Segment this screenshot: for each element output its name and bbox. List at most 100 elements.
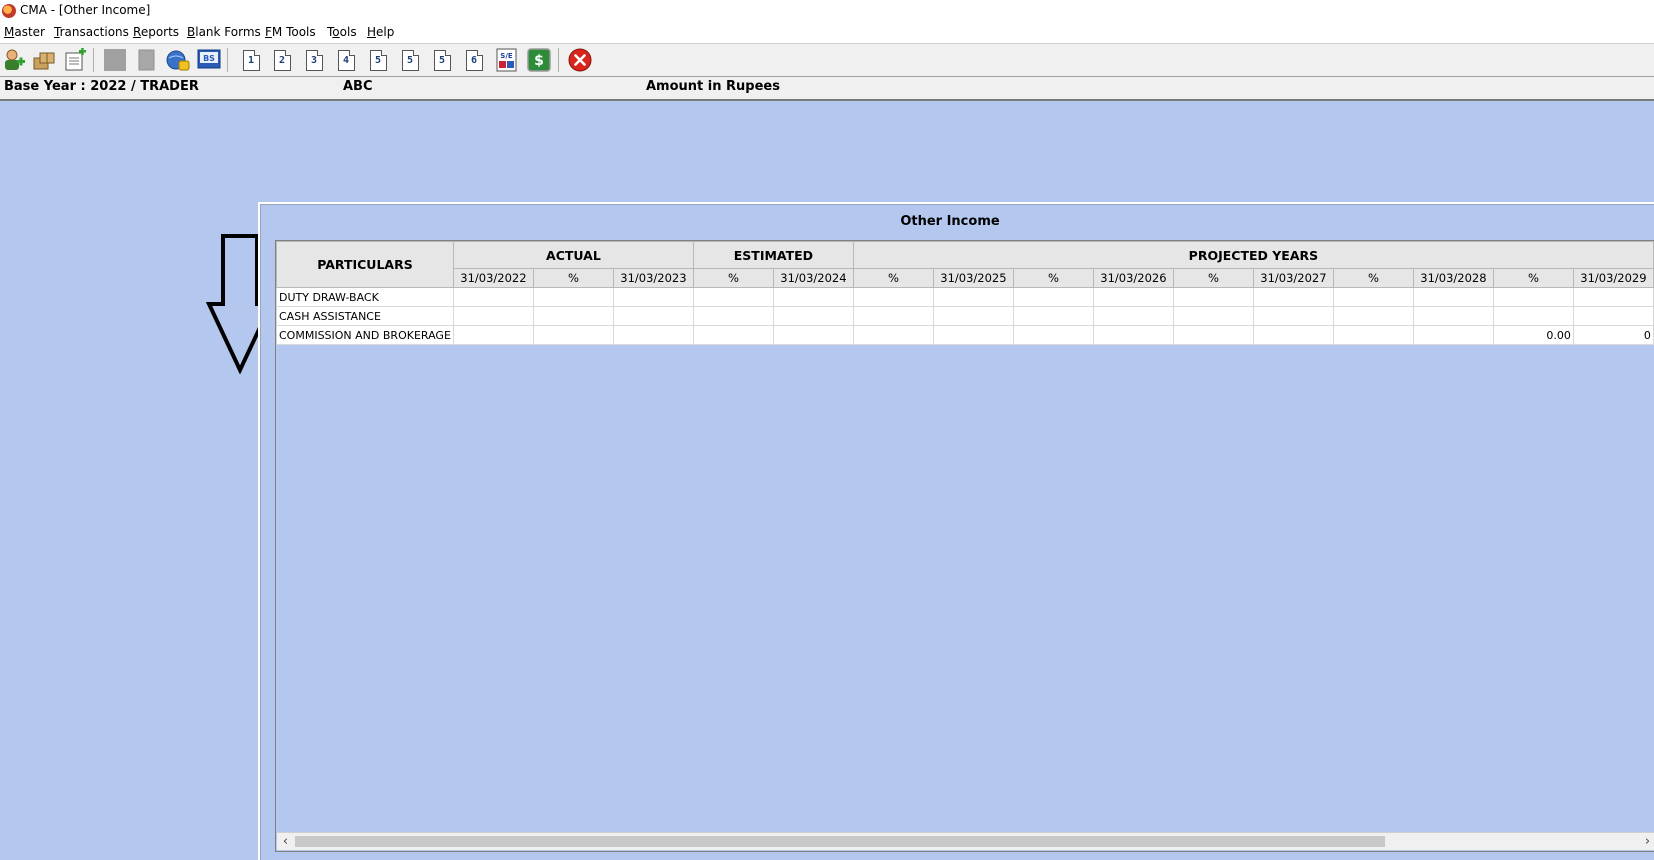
column-header: 31/03/2029 <box>1572 268 1654 288</box>
data-cell[interactable] <box>452 325 534 345</box>
scrollbar-thumb[interactable] <box>295 836 1385 847</box>
actual-header: ACTUAL <box>452 241 694 269</box>
menu-master[interactable]: Master <box>4 25 45 39</box>
menu-tools[interactable]: Tools <box>327 25 357 39</box>
data-cell[interactable] <box>452 287 534 307</box>
company-name: ABC <box>343 79 373 94</box>
column-header: 31/03/2028 <box>1412 268 1494 288</box>
data-cell[interactable] <box>932 306 1014 326</box>
data-cell[interactable]: 0.00 <box>1492 325 1574 345</box>
row-label: CASH ASSISTANCE <box>276 306 454 326</box>
database-button[interactable] <box>166 48 190 72</box>
menu-blank-forms[interactable]: Blank Forms <box>187 25 261 39</box>
balance-sheet-button[interactable]: BS <box>197 48 221 72</box>
data-cell[interactable] <box>1332 325 1414 345</box>
dollar-icon: $ <box>527 48 551 72</box>
horizontal-scrollbar[interactable]: ‹ › <box>277 832 1654 850</box>
form-4-button[interactable]: 4 <box>334 48 358 72</box>
particulars-header: PARTICULARS <box>276 241 454 288</box>
data-cell[interactable] <box>932 325 1014 345</box>
data-cell[interactable] <box>1012 325 1094 345</box>
data-cell[interactable] <box>692 306 774 326</box>
data-cell[interactable] <box>1412 287 1494 307</box>
form-5b-button[interactable]: 5 <box>398 48 422 72</box>
data-cell[interactable] <box>772 287 854 307</box>
menu-help[interactable]: Help <box>367 25 394 39</box>
row-label: COMMISSION AND BROKERAGE <box>276 325 454 345</box>
data-cell[interactable] <box>612 287 694 307</box>
data-cell[interactable] <box>1572 306 1654 326</box>
data-cell[interactable] <box>1492 306 1574 326</box>
data-cell[interactable] <box>772 325 854 345</box>
scroll-left-icon[interactable]: ‹ <box>277 833 294 850</box>
data-cell[interactable] <box>1412 325 1494 345</box>
data-cell[interactable] <box>1172 325 1254 345</box>
data-cell[interactable] <box>1252 306 1334 326</box>
packages-button[interactable] <box>32 48 56 72</box>
column-header: 31/03/2027 <box>1252 268 1334 288</box>
data-cell[interactable] <box>1012 287 1094 307</box>
data-cell[interactable] <box>932 287 1014 307</box>
other-income-grid: PARTICULARS ACTUAL ESTIMATED PROJECTED Y… <box>275 240 1654 852</box>
column-header: % <box>1012 268 1094 288</box>
data-cell[interactable] <box>1172 306 1254 326</box>
form-6-button[interactable]: 6 <box>462 48 486 72</box>
add-party-button[interactable] <box>2 48 26 72</box>
form-4-icon: 4 <box>337 49 355 71</box>
blank-document-icon <box>138 49 155 71</box>
data-cell[interactable] <box>532 306 614 326</box>
data-cell[interactable] <box>1252 325 1334 345</box>
data-cell[interactable] <box>532 325 614 345</box>
column-header: % <box>532 268 614 288</box>
data-cell[interactable] <box>852 306 934 326</box>
data-cell[interactable] <box>1252 287 1334 307</box>
menu-reports[interactable]: Reports <box>133 25 179 39</box>
column-header: % <box>692 268 774 288</box>
data-cell[interactable] <box>532 287 614 307</box>
disabled-button-1[interactable] <box>103 48 127 72</box>
data-cell[interactable] <box>1012 306 1094 326</box>
menu-bar: Master Transactions Reports Blank Forms … <box>0 23 1654 44</box>
new-document-button[interactable] <box>63 48 87 72</box>
data-cell[interactable]: 0 <box>1572 325 1654 345</box>
data-cell[interactable] <box>452 306 534 326</box>
finance-button[interactable]: $ <box>527 48 551 72</box>
data-cell[interactable] <box>1092 325 1174 345</box>
disabled-button-2[interactable] <box>134 48 158 72</box>
globe-database-icon <box>166 50 190 71</box>
close-icon <box>568 48 592 72</box>
data-cell[interactable] <box>852 287 934 307</box>
data-cell[interactable] <box>692 287 774 307</box>
data-cell[interactable] <box>1572 287 1654 307</box>
scroll-right-icon[interactable]: › <box>1639 833 1654 850</box>
data-cell[interactable] <box>612 306 694 326</box>
data-cell[interactable] <box>1412 306 1494 326</box>
data-cell[interactable] <box>1092 287 1174 307</box>
menu-fm-tools[interactable]: FM Tools <box>265 25 316 39</box>
projected-years-header: PROJECTED YEARS <box>852 241 1654 269</box>
data-cell[interactable] <box>772 306 854 326</box>
form-5-button[interactable]: 5 <box>366 48 390 72</box>
blank-tile-icon <box>104 49 126 71</box>
form-3-button[interactable]: 3 <box>302 48 326 72</box>
data-cell[interactable] <box>1332 287 1414 307</box>
data-cell[interactable] <box>852 325 934 345</box>
title-bar: CMA - [Other Income] <box>0 0 1654 23</box>
form-1-button[interactable]: 1 <box>239 48 263 72</box>
menu-transactions[interactable]: Transactions <box>54 25 129 39</box>
close-button[interactable] <box>568 48 592 72</box>
row-label: DUTY DRAW-BACK <box>276 287 454 307</box>
info-bar: Base Year : 2022 / TRADER ABC Amount in … <box>0 77 1654 101</box>
ratio-button[interactable]: S/E <box>495 48 519 72</box>
data-cell[interactable] <box>692 325 774 345</box>
data-cell[interactable] <box>1172 287 1254 307</box>
data-cell[interactable] <box>1092 306 1174 326</box>
data-cell[interactable] <box>1492 287 1574 307</box>
form-2-icon: 2 <box>273 49 291 71</box>
data-cell[interactable] <box>612 325 694 345</box>
data-cell[interactable] <box>1332 306 1414 326</box>
form-5c-button[interactable]: 5 <box>430 48 454 72</box>
form-2-button[interactable]: 2 <box>270 48 294 72</box>
table-row: COMMISSION AND BROKERAGE 0.00 0 <box>276 325 1654 345</box>
toolbar-separator <box>93 48 94 72</box>
